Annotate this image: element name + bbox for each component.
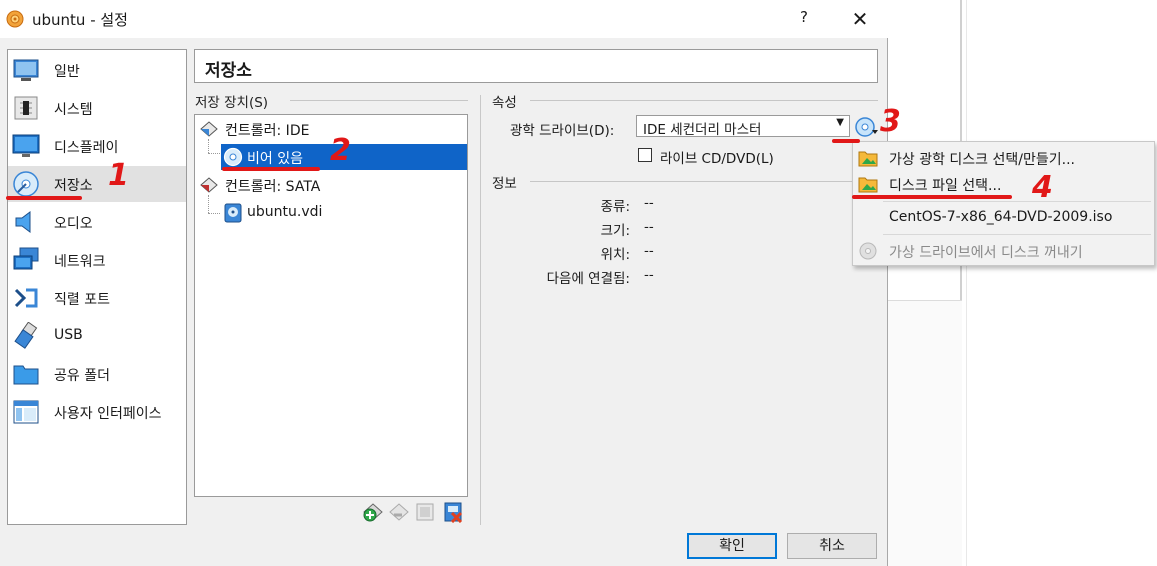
optical-drive-select[interactable]: IDE 세컨더리 마스터 ▼ — [636, 115, 850, 138]
tree-item-label: 컨트롤러: IDE — [225, 123, 310, 139]
info-section-separator — [530, 181, 878, 182]
storage-tree: 컨트롤러: IDE 비어 있음 컨트롤러: SATA ubuntu.vdi — [194, 114, 468, 497]
sidebar-item-user-interface[interactable]: 사용자 인터페이스 — [8, 394, 186, 430]
info-row-attached-to: 다음에 연결됨: -- — [0, 267, 888, 287]
sidebar-item-label: 직렬 포트 — [54, 292, 110, 308]
sidebar-item-label: 디스플레이 — [54, 140, 119, 156]
page-header: 저장소 — [194, 49, 878, 83]
shared-folder-icon — [13, 365, 39, 385]
add-attachment-icon[interactable] — [414, 501, 436, 523]
settings-sidebar: 일반 시스템 디스플레이 저장소 오디오 네트워크 직렬 포트 USB 공유 폴… — [7, 49, 187, 525]
live-cd-checkbox[interactable] — [638, 148, 652, 162]
storage-devices-label: 저장 장치(S) — [195, 95, 269, 111]
annotation-number-2: 2 — [330, 133, 351, 168]
add-controller-icon[interactable] — [362, 501, 384, 523]
eject-disc-icon — [859, 242, 877, 260]
menu-separator — [883, 201, 1151, 202]
serial-port-icon — [14, 288, 38, 308]
annotation-underline-storage — [6, 196, 82, 200]
info-row-type: 종류: -- — [0, 195, 888, 215]
sidebar-item-label: 공유 폴더 — [54, 368, 110, 384]
storage-disk-icon — [13, 171, 39, 197]
general-icon — [13, 59, 39, 81]
optical-disc-icon — [223, 147, 243, 167]
info-value: -- — [644, 195, 654, 211]
ide-controller-icon — [200, 121, 218, 137]
optical-disc-context-menu: 가상 광학 디스크 선택/만들기... 디스크 파일 선택... CentOS-… — [852, 141, 1155, 266]
system-chip-icon — [14, 96, 38, 120]
menu-item-centos-iso[interactable]: CentOS-7-x86_64-DVD-2009.iso — [853, 204, 1154, 232]
info-key: 위치: — [600, 247, 630, 263]
user-interface-icon — [13, 400, 39, 424]
sidebar-item-label: 저장소 — [54, 178, 93, 194]
cancel-button[interactable]: 취소 — [787, 533, 877, 559]
folder-icon — [858, 151, 878, 167]
menu-item-choose-create-virtual-disc[interactable]: 가상 광학 디스크 선택/만들기... — [853, 144, 1154, 172]
optical-disc-menu-button[interactable] — [855, 116, 879, 138]
storage-tree-toolbar — [362, 501, 470, 523]
sidebar-item-label: 시스템 — [54, 102, 93, 118]
background-window-divider-2 — [966, 0, 967, 566]
live-cd-label: 라이브 CD/DVD(L) — [660, 151, 774, 167]
virtualbox-app-icon — [6, 10, 24, 28]
annotation-number-1: 1 — [108, 158, 129, 193]
info-label: 정보 — [492, 176, 517, 192]
settings-dialog: ubuntu - 설정 ? ✕ 일반 시스템 디스플레이 저장소 오디오 네트워… — [0, 0, 888, 566]
usb-icon — [14, 322, 38, 349]
tree-item-label: 컨트롤러: SATA — [225, 179, 321, 195]
annotation-number-3: 3 — [880, 104, 901, 139]
remove-controller-icon[interactable] — [388, 501, 410, 523]
menu-separator — [883, 234, 1151, 235]
panel-separator — [480, 95, 481, 525]
optical-drive-value: IDE 세컨더리 마스터 — [643, 122, 762, 138]
annotation-number-4: 4 — [1032, 170, 1053, 205]
help-button[interactable]: ? — [792, 8, 816, 30]
sidebar-item-label: 사용자 인터페이스 — [54, 406, 162, 422]
annotation-underline-empty — [222, 167, 320, 171]
info-row-location: 위치: -- — [0, 243, 888, 263]
folder-icon — [858, 177, 878, 193]
info-key: 다음에 연결됨: — [546, 271, 630, 287]
menu-item-label: 가상 광학 디스크 선택/만들기... — [889, 152, 1075, 168]
menu-item-choose-disk-file[interactable]: 디스크 파일 선택... — [853, 170, 1154, 198]
title-bar: ubuntu - 설정 ? ✕ — [0, 0, 888, 38]
info-value: -- — [644, 219, 654, 235]
sidebar-item-system[interactable]: 시스템 — [8, 90, 186, 126]
annotation-underline-disk-file — [852, 195, 1012, 199]
chevron-down-icon: ▼ — [836, 117, 844, 128]
tree-item-label: 비어 있음 — [247, 151, 303, 167]
storage-section-separator — [290, 100, 468, 101]
info-row-size: 크기: -- — [0, 219, 888, 239]
info-key: 종류: — [600, 199, 630, 215]
menu-item-label: CentOS-7-x86_64-DVD-2009.iso — [889, 209, 1113, 225]
display-monitor-icon — [12, 134, 40, 157]
sidebar-item-label: 일반 — [54, 64, 80, 80]
tree-connector — [208, 153, 220, 154]
sidebar-item-display[interactable]: 디스플레이 — [8, 128, 186, 164]
window-title: ubuntu - 설정 — [32, 11, 128, 29]
menu-item-label: 가상 드라이브에서 디스크 꺼내기 — [889, 245, 1083, 261]
info-key: 크기: — [600, 223, 630, 239]
attributes-section-separator — [530, 100, 878, 101]
background-window — [888, 0, 1157, 566]
attributes-label: 속성 — [492, 95, 517, 111]
sata-controller-icon — [200, 177, 218, 193]
info-value: -- — [644, 243, 654, 259]
sidebar-item-shared-folder[interactable]: 공유 폴더 — [8, 356, 186, 392]
menu-item-label: 디스크 파일 선택... — [889, 178, 1002, 194]
annotation-underline-disc-button — [832, 139, 860, 143]
sidebar-item-general[interactable]: 일반 — [8, 52, 186, 88]
close-button[interactable]: ✕ — [846, 5, 874, 33]
ok-button[interactable]: 확인 — [687, 533, 777, 559]
sidebar-item-usb[interactable]: USB — [8, 318, 186, 354]
info-value: -- — [644, 267, 654, 283]
sidebar-item-label: USB — [54, 327, 83, 343]
optical-drive-label: 광학 드라이브(D): — [510, 123, 615, 139]
remove-attachment-icon[interactable] — [442, 501, 464, 523]
page-title: 저장소 — [205, 61, 252, 81]
menu-item-eject-disc[interactable]: 가상 드라이브에서 디스크 꺼내기 — [853, 237, 1154, 265]
background-window-panel — [888, 300, 962, 566]
